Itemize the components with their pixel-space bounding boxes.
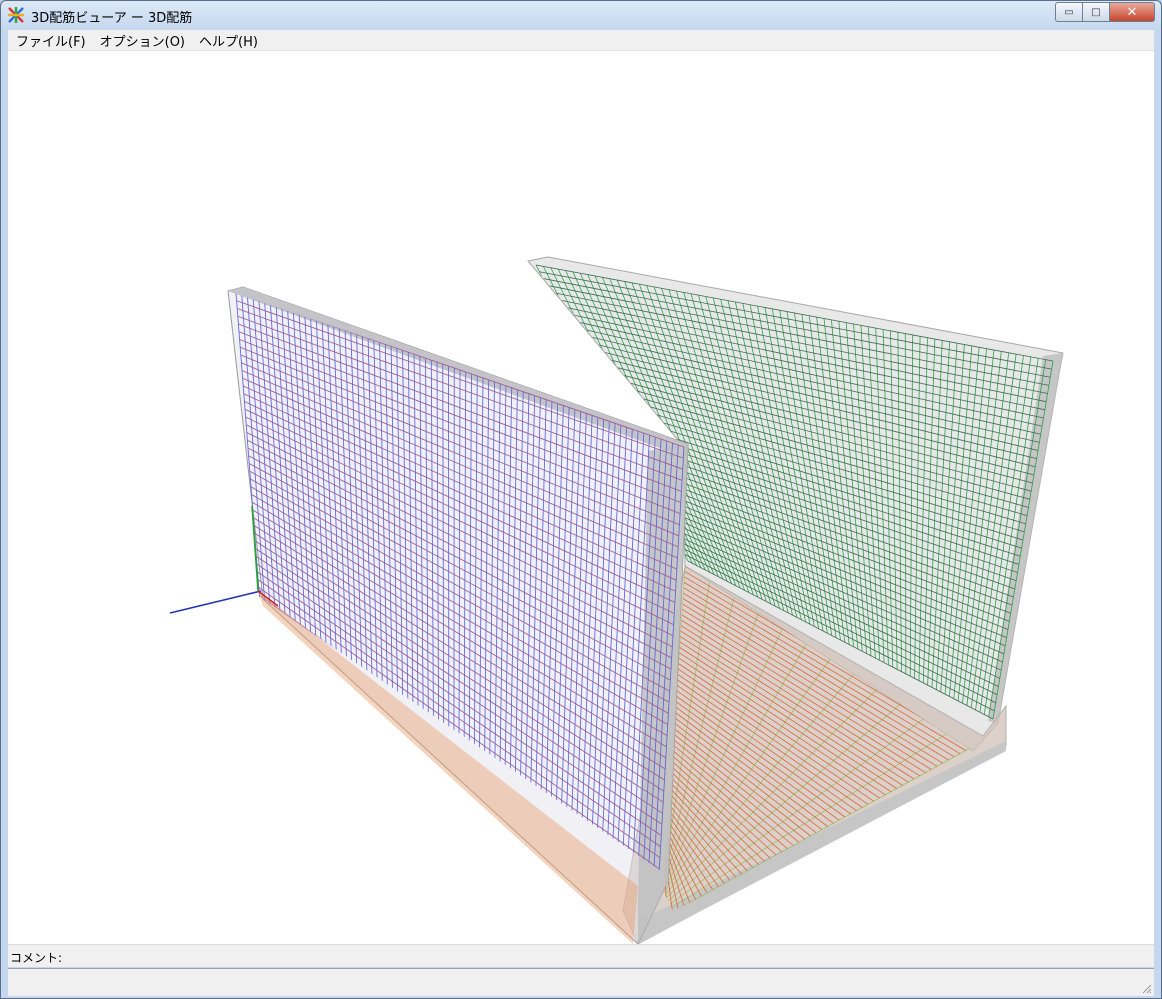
menu-help[interactable]: ヘルプ(H) [199,31,258,50]
close-icon: ✕ [1126,4,1138,20]
3d-viewport[interactable] [8,51,1154,944]
rebar-3d-scene[interactable] [8,51,1154,944]
app-icon [8,7,24,23]
title-bar[interactable]: 3D配筋ビューア ー 3D配筋 ▭ □ ✕ [1,1,1161,29]
comment-label: コメント: [10,951,63,965]
comment-bar: コメント: [8,944,1154,967]
minimize-icon: ▭ [1064,6,1074,18]
resize-grip-icon[interactable] [1140,982,1152,994]
menu-options[interactable]: オプション(O) [100,31,185,50]
close-button[interactable]: ✕ [1110,2,1155,22]
menu-file[interactable]: ファイル(F) [16,31,86,50]
window-title: 3D配筋ビューア ー 3D配筋 [31,11,193,26]
maximize-button[interactable]: □ [1083,2,1110,22]
axis-z-line [169,590,262,614]
menu-bar: ファイル(F) オプション(O) ヘルプ(H) [8,30,1154,51]
maximize-icon: □ [1091,6,1101,18]
minimize-button[interactable]: ▭ [1055,2,1083,22]
app-window: 3D配筋ビューア ー 3D配筋 ▭ □ ✕ ファイル(F) オプション(O) ヘ… [0,0,1162,999]
window-controls: ▭ □ ✕ [1055,2,1155,22]
status-bar [8,968,1154,996]
